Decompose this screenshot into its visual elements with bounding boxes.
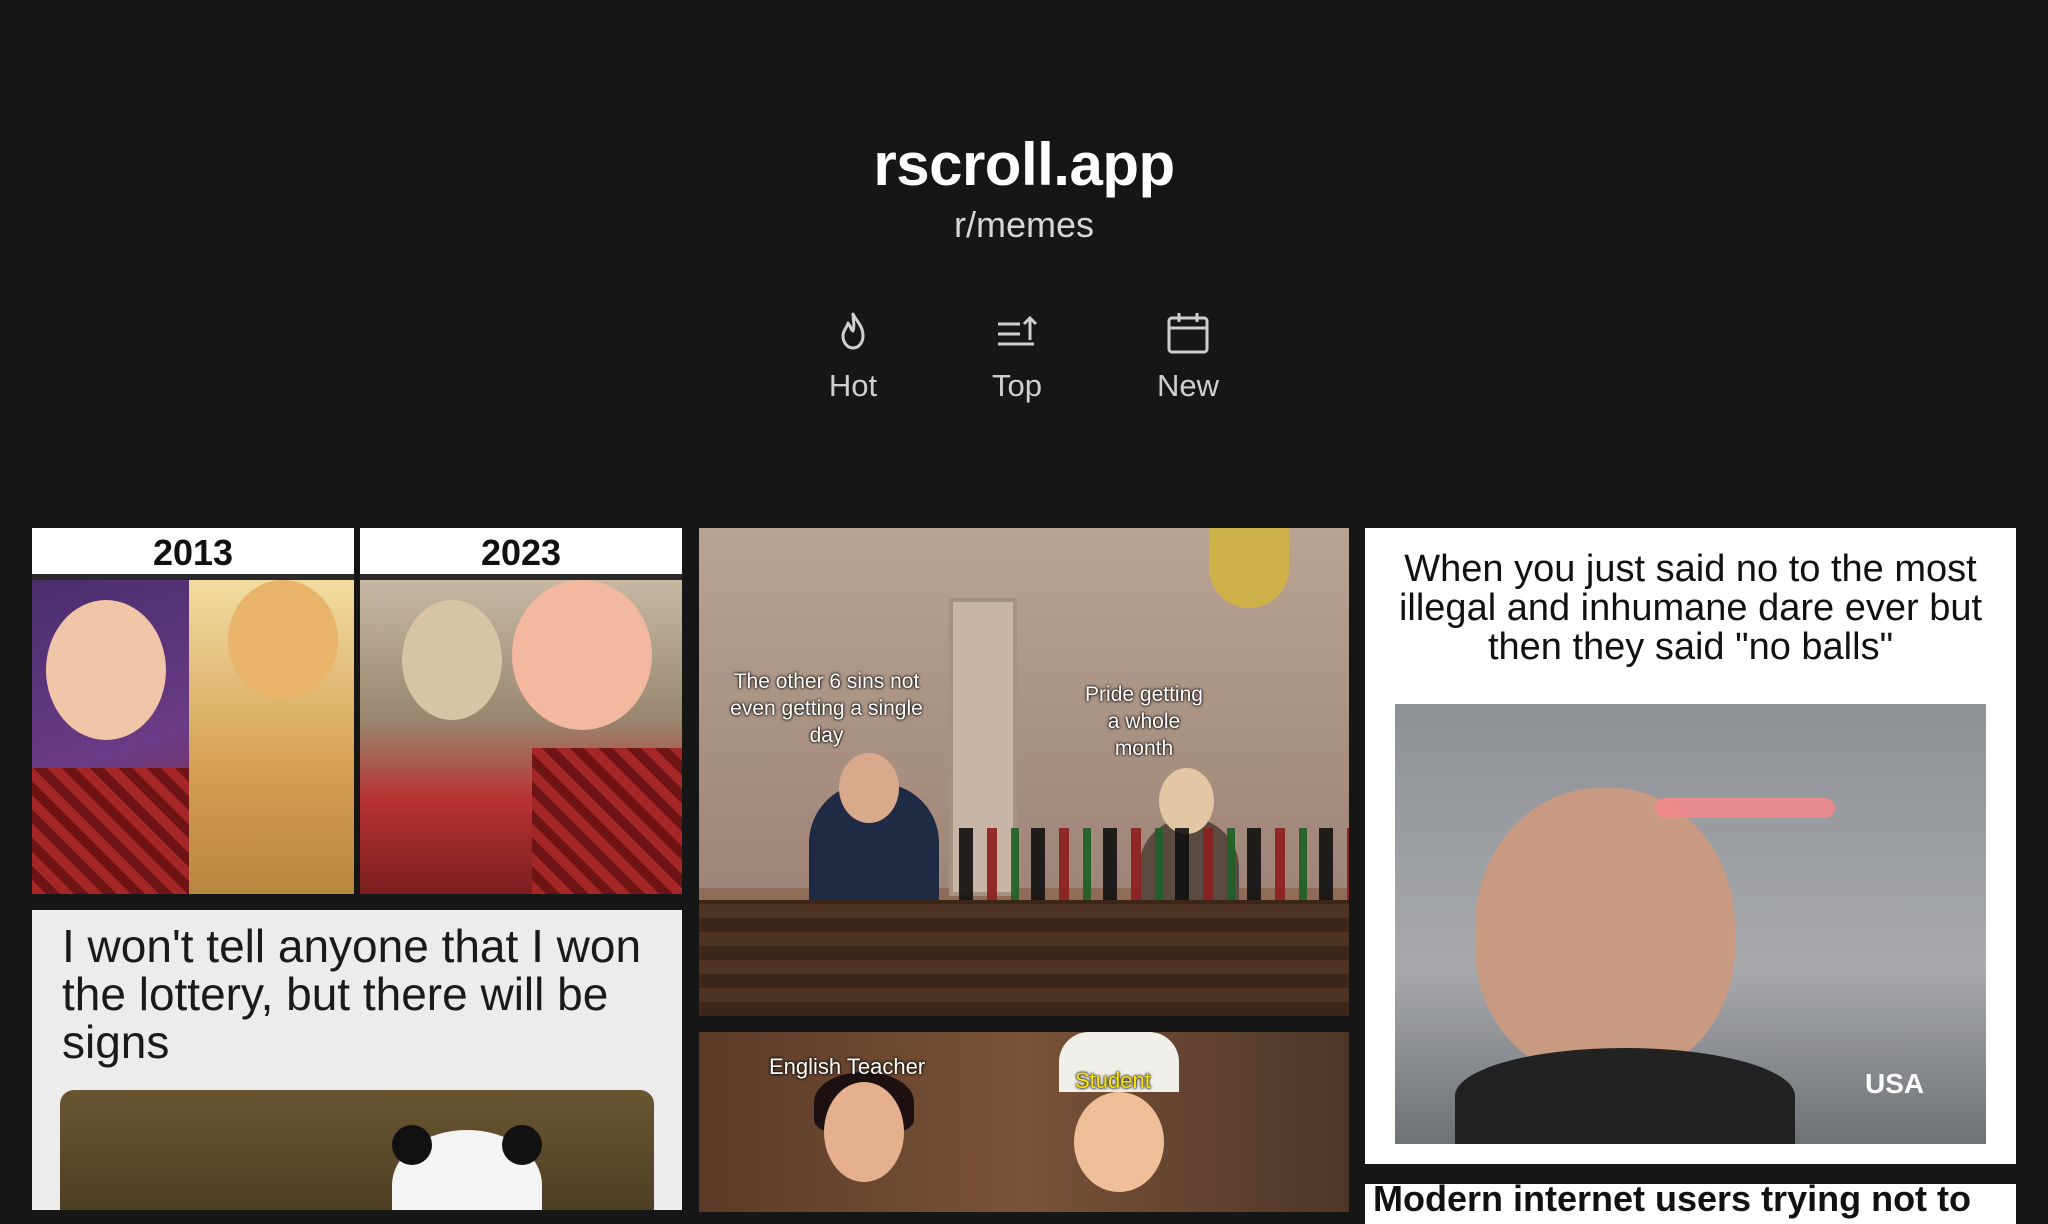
site-header: rscroll.app r/memes Hot Top New (0, 0, 2048, 500)
meme-figure (1209, 528, 1289, 608)
meme-figure (699, 900, 1349, 1016)
meme-figure (502, 1125, 542, 1165)
meme-caption: 2013 (152, 532, 234, 573)
meme-caption: The other 6 sins not even getting a sing… (730, 670, 923, 747)
calendar-icon (1167, 313, 1209, 354)
sort-top-button[interactable]: Top (957, 310, 1077, 420)
post-card-meme-2013-2023[interactable]: 2013 2023 (32, 528, 682, 894)
subreddit-name: r/memes (953, 204, 1094, 245)
meme-caption: I won't tell anyone that I won the lotte… (62, 920, 642, 1068)
post-card-meme-press-conference[interactable]: The other 6 sins not even getting a sing… (699, 528, 1349, 1016)
meme-figure (228, 580, 338, 700)
meme-figure (824, 1082, 904, 1182)
sort-hot-button[interactable]: Hot (793, 310, 913, 420)
meme-figure (46, 600, 166, 740)
sort-new-label: New (1156, 368, 1219, 403)
meme-caption: Pride getting a whole month (1085, 683, 1203, 760)
meme-figure (392, 1125, 432, 1165)
meme-image (60, 1090, 654, 1210)
meme-caption: 2023 (480, 532, 562, 573)
meme-caption: Student (1075, 1068, 1151, 1093)
post-card-meme-lottery[interactable]: I won't tell anyone that I won the lotte… (32, 910, 682, 1210)
meme-figure (1074, 1092, 1164, 1192)
post-card-meme-no-balls[interactable]: When you just said no to the most illega… (1365, 528, 2016, 1164)
sort-bar: Hot Top New (0, 310, 2048, 420)
meme-figure (1455, 1048, 1795, 1144)
site-title[interactable]: rscroll.app (0, 130, 2048, 199)
meme-figure (32, 768, 189, 894)
meme-figure (1475, 788, 1735, 1078)
meme-figure (512, 580, 652, 730)
meme-caption: When you just said no to the most illega… (1398, 548, 1983, 668)
sort-new-button[interactable]: New (1128, 310, 1248, 420)
meme-figure (1655, 798, 1835, 818)
meme-figure (532, 748, 682, 894)
post-card-meme-internet-users[interactable]: Modern internet users trying not to (1365, 1184, 2016, 1224)
sort-top-label: Top (992, 368, 1042, 403)
meme-figure (839, 753, 899, 823)
sort-hot-label: Hot (828, 368, 878, 403)
watermark-text: USA (1865, 1068, 1925, 1099)
meme-caption: Modern internet users trying not to (1373, 1184, 1972, 1219)
meme-figure (402, 600, 502, 720)
meme-caption: English Teacher (769, 1054, 926, 1079)
meme-divider (354, 528, 360, 894)
sort-arrow-icon (998, 315, 1038, 346)
flame-icon (841, 312, 865, 350)
meme-figure (1159, 768, 1214, 834)
post-card-meme-ratatouille[interactable]: English Teacher Student (699, 1032, 1349, 1212)
